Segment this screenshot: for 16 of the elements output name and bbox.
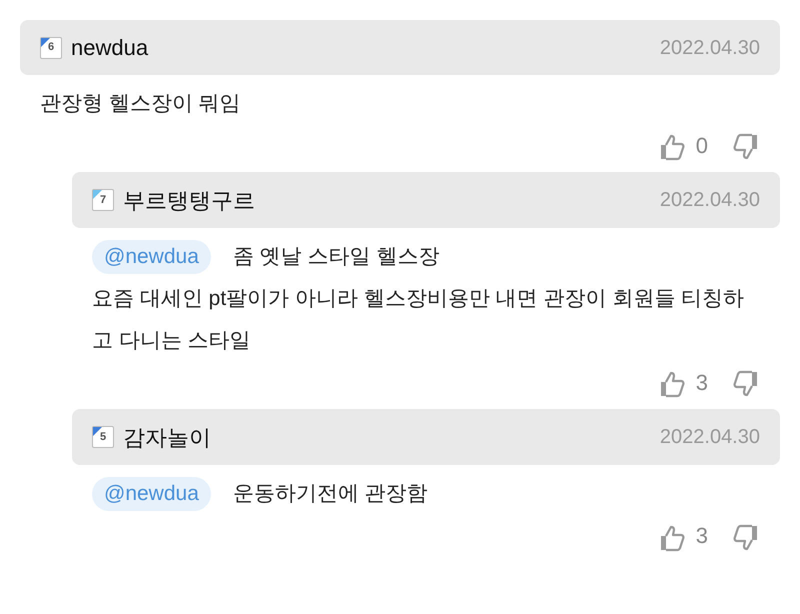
comment-text: 관장형 헬스장이 뭐임 (40, 92, 241, 115)
level-badge: 5 (92, 426, 114, 448)
comment-date: 2022.04.30 (660, 425, 760, 450)
comment-date: 2022.04.30 (660, 188, 760, 214)
like-count: 3 (696, 522, 708, 550)
level-badge: 7 (92, 189, 114, 212)
comment-date: 2022.04.30 (660, 36, 760, 60)
comment-text: 좀 옛날 스타일 헬스장 (232, 245, 440, 268)
author-name[interactable]: 부르탱탱구르 (123, 184, 255, 217)
like-count: 0 (696, 132, 708, 160)
comment-text: 운동하기전에 관장함 (232, 482, 428, 506)
author-name[interactable]: newdua (71, 31, 148, 64)
level-badge: 6 (40, 36, 62, 58)
comment-text: 요즘 대세인 pt팔이가 아니라 헬스장비용만 내면 관장이 회원들 티칭하고 다니는 스타일 (92, 287, 744, 352)
author-name[interactable]: 감자놀이 (123, 420, 211, 454)
like-count: 3 (696, 369, 708, 398)
